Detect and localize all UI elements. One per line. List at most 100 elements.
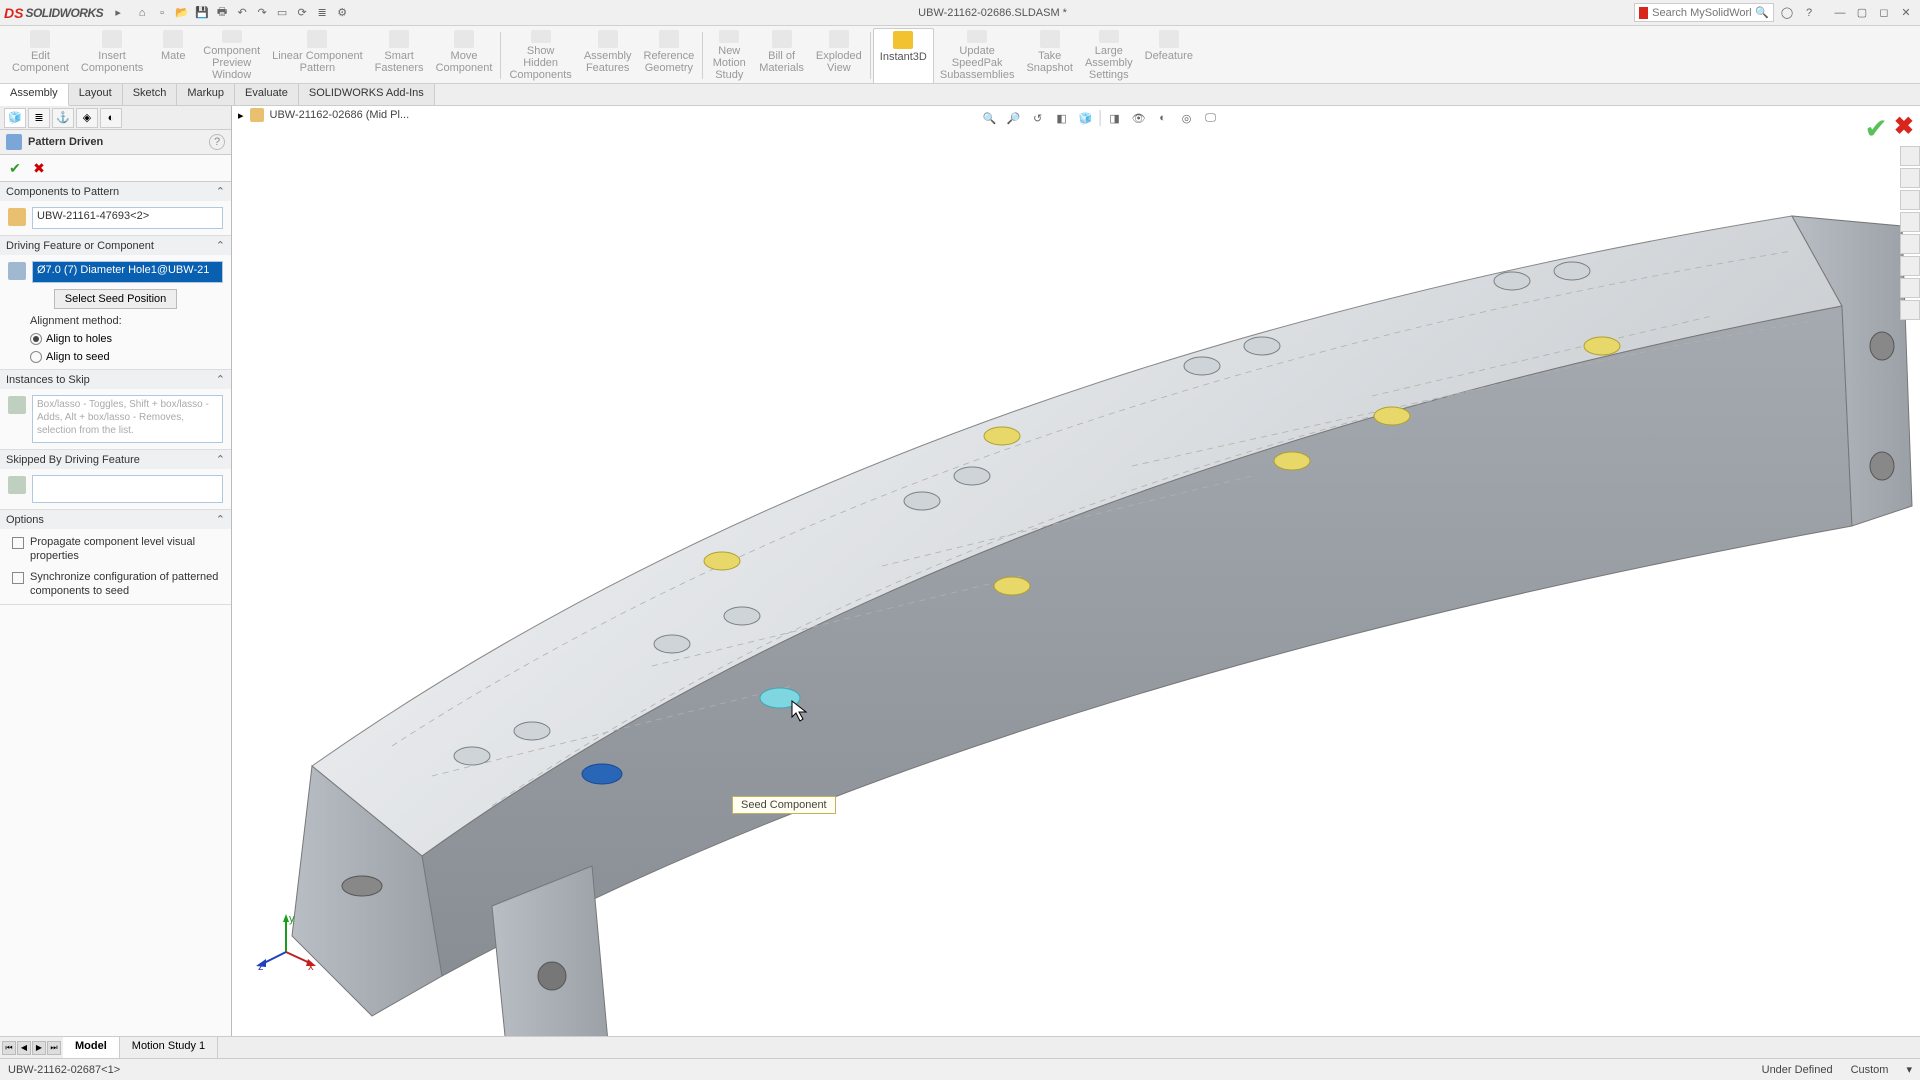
ribbon-insert[interactable]: Insert Components xyxy=(75,28,149,83)
ribbon-edit[interactable]: Edit Component xyxy=(6,28,75,83)
tab-next-icon[interactable]: ▶ xyxy=(32,1041,46,1055)
task-pane-forum-icon[interactable] xyxy=(1900,300,1920,320)
ribbon-exploded[interactable]: Exploded View xyxy=(810,28,868,83)
tab-solidworks-add-ins[interactable]: SOLIDWORKS Add-Ins xyxy=(299,84,435,105)
section-skip-header[interactable]: Instances to Skip ⌃ xyxy=(0,370,231,389)
pm-help-icon[interactable]: ? xyxy=(209,134,225,150)
ribbon-instant3d[interactable]: Instant3D xyxy=(873,28,934,83)
components-selection-box[interactable]: UBW-21161-47693<2> xyxy=(32,207,223,229)
skipped-by-selection-icon[interactable] xyxy=(8,476,26,494)
section-skipped-by-header[interactable]: Skipped By Driving Feature ⌃ xyxy=(0,450,231,469)
login-icon[interactable]: ◯ xyxy=(1778,4,1796,22)
view-orientation-icon[interactable]: 🧊 xyxy=(1076,108,1096,128)
status-extras-icon[interactable]: ▾ xyxy=(1906,1063,1912,1076)
fm-tab-property[interactable]: ≣ xyxy=(28,108,50,128)
cancel-button[interactable]: ✖ xyxy=(30,159,48,177)
radio-align-holes[interactable]: Align to holes xyxy=(30,333,223,345)
home-icon[interactable]: ⌂ xyxy=(133,4,151,22)
task-pane-view-palette-icon[interactable] xyxy=(1900,234,1920,254)
tab-sketch[interactable]: Sketch xyxy=(123,84,178,105)
open-file-icon[interactable]: 📂 xyxy=(173,4,191,22)
driving-selection-icon[interactable] xyxy=(8,262,26,280)
task-pane-home-icon[interactable] xyxy=(1900,146,1920,166)
ribbon-show[interactable]: Show Hidden Components xyxy=(503,28,577,83)
ribbon-mate[interactable]: Mate xyxy=(149,28,197,83)
view-settings-icon[interactable]: 🖵 xyxy=(1201,108,1221,128)
tab-last-icon[interactable]: ⏭ xyxy=(47,1041,61,1055)
ribbon-component[interactable]: Component Preview Window xyxy=(197,28,266,83)
skip-selection-box[interactable]: Box/lasso - Toggles, Shift + box/lasso -… xyxy=(32,395,223,443)
select-icon[interactable]: ▭ xyxy=(273,4,291,22)
tab-layout[interactable]: Layout xyxy=(69,84,123,105)
task-pane-design-library-icon[interactable] xyxy=(1900,190,1920,210)
settings-gear-icon[interactable]: ⚙ xyxy=(333,4,351,22)
section-view-icon[interactable]: ◧ xyxy=(1052,108,1072,128)
rebuild-icon[interactable]: ⟳ xyxy=(293,4,311,22)
ribbon-assembly[interactable]: Assembly Features xyxy=(578,28,638,83)
ribbon-defeature[interactable]: Defeature xyxy=(1139,28,1199,83)
tab-first-icon[interactable]: ⏮ xyxy=(2,1041,16,1055)
close-button[interactable]: ✕ xyxy=(1896,4,1916,22)
redo-icon[interactable]: ↷ xyxy=(253,4,271,22)
hide-show-icon[interactable]: 👁 xyxy=(1129,108,1149,128)
ribbon-large[interactable]: Large Assembly Settings xyxy=(1079,28,1139,83)
bottom-tab-motion-study-1[interactable]: Motion Study 1 xyxy=(120,1037,218,1058)
ribbon-smart[interactable]: Smart Fasteners xyxy=(369,28,430,83)
undo-icon[interactable]: ↶ xyxy=(233,4,251,22)
edit-appearance-icon[interactable]: ◐ xyxy=(1153,108,1173,128)
radio-align-seed[interactable]: Align to seed xyxy=(30,351,223,363)
ribbon-bill-of[interactable]: Bill of Materials xyxy=(753,28,810,83)
fm-tab-display[interactable]: ◈ xyxy=(76,108,98,128)
previous-view-icon[interactable]: ↺ xyxy=(1028,108,1048,128)
search-box[interactable]: 🔍 xyxy=(1634,3,1774,22)
help-icon[interactable]: ? xyxy=(1800,4,1818,22)
viewport-ok-icon[interactable]: ✔ xyxy=(1864,112,1887,145)
graphics-viewport[interactable]: ▸ UBW-21162-02686 (Mid Pl... 🔍 🔎 ↺ ◧ 🧊 ◨… xyxy=(232,106,1920,1036)
print-icon[interactable]: 🖶 xyxy=(213,4,231,22)
ribbon-take[interactable]: Take Snapshot xyxy=(1020,28,1078,83)
status-units[interactable]: Custom xyxy=(1851,1064,1889,1076)
tab-evaluate[interactable]: Evaluate xyxy=(235,84,299,105)
apply-scene-icon[interactable]: ◎ xyxy=(1177,108,1197,128)
task-pane-resources-icon[interactable] xyxy=(1900,168,1920,188)
ribbon-move[interactable]: Move Component xyxy=(430,28,499,83)
skipped-by-selection-box[interactable] xyxy=(32,475,223,503)
viewport-cancel-icon[interactable]: ✖ xyxy=(1894,112,1914,145)
check-synchronize[interactable]: Synchronize configuration of patterned c… xyxy=(12,570,223,599)
breadcrumb-expand-icon[interactable]: ▸ xyxy=(238,109,244,122)
ribbon-reference[interactable]: Reference Geometry xyxy=(638,28,701,83)
options-icon[interactable]: ≣ xyxy=(313,4,331,22)
save-icon[interactable]: 💾 xyxy=(193,4,211,22)
driving-selection-box[interactable]: Ø7.0 (7) Diameter Hole1@UBW-21 xyxy=(32,261,223,283)
new-file-icon[interactable]: ▫ xyxy=(153,4,171,22)
tab-prev-icon[interactable]: ◀ xyxy=(17,1041,31,1055)
minimize-button[interactable]: — xyxy=(1830,4,1850,22)
section-components-header[interactable]: Components to Pattern ⌃ xyxy=(0,182,231,201)
component-selection-icon[interactable] xyxy=(8,208,26,226)
tab-assembly[interactable]: Assembly xyxy=(0,84,69,106)
fm-tab-feature-tree[interactable]: 🧊 xyxy=(4,108,26,128)
task-pane-file-explorer-icon[interactable] xyxy=(1900,212,1920,232)
search-icon[interactable]: 🔍 xyxy=(1755,6,1769,19)
view-triad[interactable]: y x z xyxy=(256,912,316,972)
ribbon-update[interactable]: Update SpeedPak Subassemblies xyxy=(934,28,1021,83)
task-pane-custom-props-icon[interactable] xyxy=(1900,278,1920,298)
breadcrumb-text[interactable]: UBW-21162-02686 (Mid Pl... xyxy=(270,109,410,121)
maximize-button[interactable]: ◻ xyxy=(1874,4,1894,22)
zoom-fit-icon[interactable]: 🔍 xyxy=(980,108,1000,128)
ok-button[interactable]: ✔ xyxy=(6,159,24,177)
select-seed-position-button[interactable]: Select Seed Position xyxy=(54,289,178,309)
bottom-tab-model[interactable]: Model xyxy=(63,1037,120,1058)
tab-markup[interactable]: Markup xyxy=(177,84,235,105)
section-driving-header[interactable]: Driving Feature or Component ⌃ xyxy=(0,236,231,255)
flyout-icon[interactable]: ▸ xyxy=(109,4,127,22)
check-propagate[interactable]: Propagate component level visual propert… xyxy=(12,535,223,564)
fm-tab-config[interactable]: ⚓ xyxy=(52,108,74,128)
display-style-icon[interactable]: ◨ xyxy=(1105,108,1125,128)
ribbon-linear-component[interactable]: Linear Component Pattern xyxy=(266,28,369,83)
skip-selection-icon[interactable] xyxy=(8,396,26,414)
zoom-area-icon[interactable]: 🔎 xyxy=(1004,108,1024,128)
task-pane-appearances-icon[interactable] xyxy=(1900,256,1920,276)
search-input[interactable] xyxy=(1652,7,1751,19)
fm-tab-appearance[interactable]: ◐ xyxy=(100,108,122,128)
